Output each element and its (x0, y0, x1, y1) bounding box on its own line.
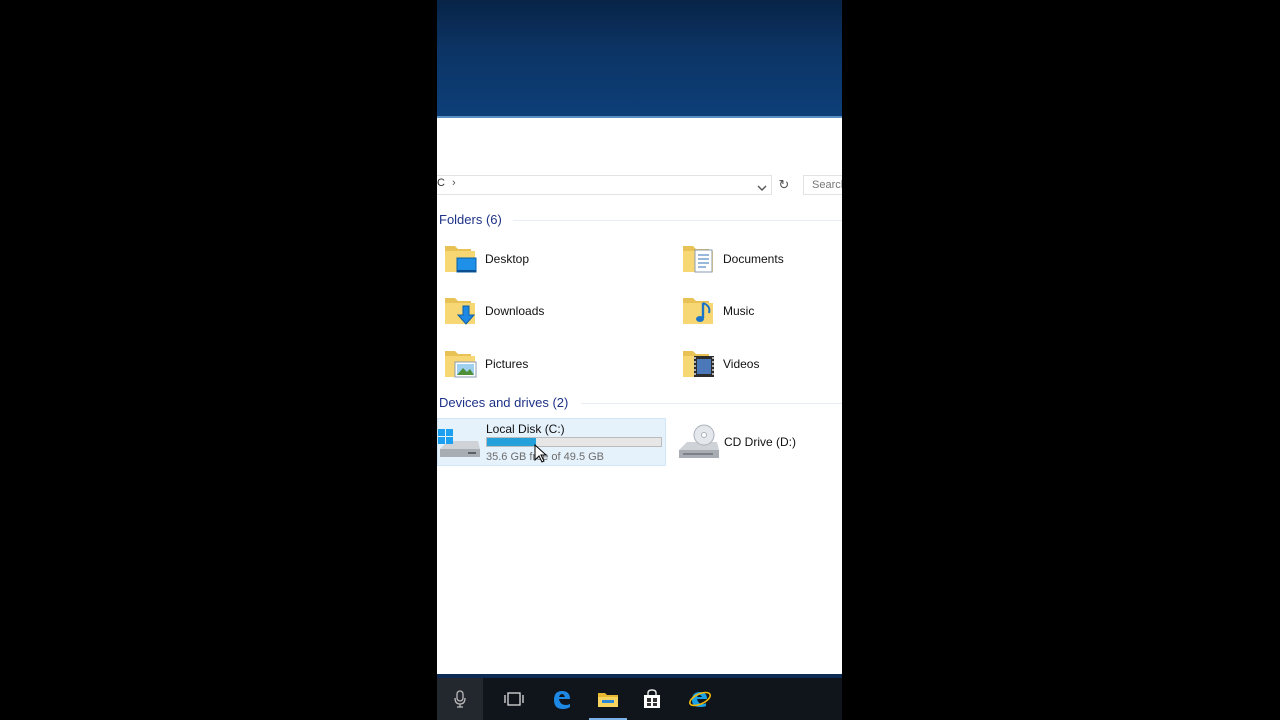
drive-cd-d[interactable]: CD Drive (D:) (675, 418, 842, 466)
address-bar[interactable]: C › (437, 175, 772, 195)
videos-folder-icon (683, 351, 714, 377)
divider (581, 403, 842, 404)
search-input[interactable]: Search (803, 175, 842, 195)
desktop-background (437, 0, 842, 118)
music-folder-icon (683, 298, 713, 324)
search-placeholder: Search (812, 179, 842, 191)
folder-videos[interactable]: Videos (675, 343, 842, 387)
microphone-icon[interactable] (437, 678, 483, 720)
downloads-folder-icon (445, 298, 476, 325)
cd-drive-icon (679, 424, 719, 458)
breadcrumb-this-pc[interactable]: C (437, 177, 445, 189)
local-disk-icon (438, 429, 480, 457)
chevron-down-icon[interactable] (757, 180, 767, 198)
folder-label: Documents (723, 252, 784, 266)
folder-desktop[interactable]: Desktop (437, 238, 657, 282)
file-explorer-window: C › ↻ Search Folders (6) Desktop (437, 118, 842, 674)
drive-name: CD Drive (D:) (724, 435, 796, 449)
pictures-folder-icon (445, 351, 477, 378)
mouse-cursor-icon (534, 444, 547, 463)
drive-name: Local Disk (C:) (486, 422, 565, 436)
devices-group-header[interactable]: Devices and drives (2) (439, 395, 568, 410)
edge-icon[interactable] (539, 678, 585, 720)
breadcrumb-separator[interactable]: › (452, 177, 456, 189)
refresh-icon[interactable]: ↻ (774, 175, 794, 195)
folder-label: Downloads (485, 304, 545, 318)
screen: C › ↻ Search Folders (6) Desktop (437, 0, 842, 720)
folder-downloads[interactable]: Downloads (437, 290, 657, 334)
folder-label: Desktop (485, 252, 530, 266)
folder-label: Videos (723, 357, 760, 371)
folder-music[interactable]: Music (675, 290, 842, 334)
internet-explorer-icon[interactable] (677, 678, 723, 720)
disk-usage-fill (487, 438, 536, 446)
desktop-folder-icon (445, 246, 477, 273)
folder-label: Pictures (485, 357, 529, 371)
folders-group-header[interactable]: Folders (6) (439, 212, 502, 227)
task-view-icon[interactable] (491, 678, 537, 720)
disk-usage-bar (486, 437, 662, 447)
file-explorer-icon[interactable] (585, 678, 631, 720)
folder-label: Music (723, 304, 755, 318)
drive-local-disk-c[interactable]: Local Disk (C:) 35.6 GB free of 49.5 GB (437, 418, 666, 466)
documents-folder-icon (683, 246, 713, 273)
store-icon[interactable] (629, 678, 675, 720)
folder-documents[interactable]: Documents (675, 238, 842, 282)
folder-pictures[interactable]: Pictures (437, 343, 657, 387)
taskbar (437, 678, 842, 720)
divider (513, 220, 842, 221)
